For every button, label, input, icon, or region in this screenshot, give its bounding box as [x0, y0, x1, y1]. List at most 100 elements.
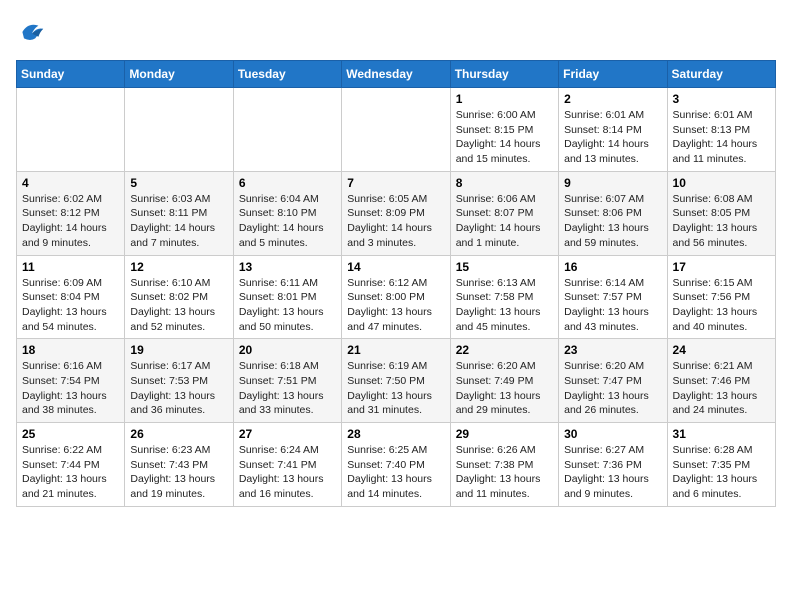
calendar-cell [233, 88, 341, 172]
day-info: Sunrise: 6:20 AM Sunset: 7:49 PM Dayligh… [456, 359, 553, 418]
calendar-cell [125, 88, 233, 172]
day-number: 28 [347, 427, 444, 441]
calendar-cell: 10 Sunrise: 6:08 AM Sunset: 8:05 PM Dayli… [667, 171, 775, 255]
day-number: 25 [22, 427, 119, 441]
calendar-cell [17, 88, 125, 172]
calendar-cell: 30 Sunrise: 6:27 AM Sunset: 7:36 PM Dayli… [559, 423, 667, 507]
day-info: Sunrise: 6:02 AM Sunset: 8:12 PM Dayligh… [22, 192, 119, 251]
calendar-cell: 16 Sunrise: 6:14 AM Sunset: 7:57 PM Dayli… [559, 255, 667, 339]
day-info: Sunrise: 6:23 AM Sunset: 7:43 PM Dayligh… [130, 443, 227, 502]
day-number: 1 [456, 92, 553, 106]
day-number: 24 [673, 343, 770, 357]
day-info: Sunrise: 6:19 AM Sunset: 7:50 PM Dayligh… [347, 359, 444, 418]
day-info: Sunrise: 6:00 AM Sunset: 8:15 PM Dayligh… [456, 108, 553, 167]
day-info: Sunrise: 6:03 AM Sunset: 8:11 PM Dayligh… [130, 192, 227, 251]
day-number: 27 [239, 427, 336, 441]
calendar-cell: 5 Sunrise: 6:03 AM Sunset: 8:11 PM Daylig… [125, 171, 233, 255]
day-info: Sunrise: 6:01 AM Sunset: 8:14 PM Dayligh… [564, 108, 661, 167]
page-header [16, 16, 776, 48]
day-info: Sunrise: 6:01 AM Sunset: 8:13 PM Dayligh… [673, 108, 770, 167]
day-header-friday: Friday [559, 61, 667, 88]
logo [16, 16, 52, 48]
day-number: 20 [239, 343, 336, 357]
calendar-cell: 6 Sunrise: 6:04 AM Sunset: 8:10 PM Daylig… [233, 171, 341, 255]
calendar-cell: 14 Sunrise: 6:12 AM Sunset: 8:00 PM Dayli… [342, 255, 450, 339]
day-number: 3 [673, 92, 770, 106]
day-info: Sunrise: 6:27 AM Sunset: 7:36 PM Dayligh… [564, 443, 661, 502]
calendar-cell: 23Sunrise: 6:20 AM Sunset: 7:47 PM Dayli… [559, 339, 667, 423]
day-info: Sunrise: 6:21 AM Sunset: 7:46 PM Dayligh… [673, 359, 770, 418]
day-number: 14 [347, 260, 444, 274]
day-number: 26 [130, 427, 227, 441]
calendar-week-5: 25 Sunrise: 6:22 AM Sunset: 7:44 PM Dayli… [17, 423, 776, 507]
day-number: 30 [564, 427, 661, 441]
calendar-cell: 13 Sunrise: 6:11 AM Sunset: 8:01 PM Dayli… [233, 255, 341, 339]
day-number: 5 [130, 176, 227, 190]
day-number: 29 [456, 427, 553, 441]
day-number: 21 [347, 343, 444, 357]
day-info: Sunrise: 6:18 AM Sunset: 7:51 PM Dayligh… [239, 359, 336, 418]
day-header-thursday: Thursday [450, 61, 558, 88]
calendar-cell: 8 Sunrise: 6:06 AM Sunset: 8:07 PM Daylig… [450, 171, 558, 255]
day-number: 23 [564, 343, 661, 357]
calendar-cell: 18 Sunrise: 6:16 AM Sunset: 7:54 PM Dayli… [17, 339, 125, 423]
calendar-cell: 9Sunrise: 6:07 AM Sunset: 8:06 PM Daylig… [559, 171, 667, 255]
day-info: Sunrise: 6:10 AM Sunset: 8:02 PM Dayligh… [130, 276, 227, 335]
day-number: 15 [456, 260, 553, 274]
calendar-week-3: 11 Sunrise: 6:09 AM Sunset: 8:04 PM Dayli… [17, 255, 776, 339]
day-number: 18 [22, 343, 119, 357]
day-info: Sunrise: 6:08 AM Sunset: 8:05 PM Dayligh… [673, 192, 770, 251]
day-number: 8 [456, 176, 553, 190]
day-number: 16 [564, 260, 661, 274]
calendar-cell: 29 Sunrise: 6:26 AM Sunset: 7:38 PM Dayli… [450, 423, 558, 507]
day-header-saturday: Saturday [667, 61, 775, 88]
day-info: Sunrise: 6:15 AM Sunset: 7:56 PM Dayligh… [673, 276, 770, 335]
day-info: Sunrise: 6:04 AM Sunset: 8:10 PM Dayligh… [239, 192, 336, 251]
day-info: Sunrise: 6:12 AM Sunset: 8:00 PM Dayligh… [347, 276, 444, 335]
day-header-sunday: Sunday [17, 61, 125, 88]
calendar-table: SundayMondayTuesdayWednesdayThursdayFrid… [16, 60, 776, 507]
day-number: 22 [456, 343, 553, 357]
calendar-cell: 24 Sunrise: 6:21 AM Sunset: 7:46 PM Dayli… [667, 339, 775, 423]
day-info: Sunrise: 6:22 AM Sunset: 7:44 PM Dayligh… [22, 443, 119, 502]
calendar-cell: 3 Sunrise: 6:01 AM Sunset: 8:13 PM Daylig… [667, 88, 775, 172]
day-number: 17 [673, 260, 770, 274]
day-number: 4 [22, 176, 119, 190]
day-number: 7 [347, 176, 444, 190]
day-number: 13 [239, 260, 336, 274]
day-info: Sunrise: 6:17 AM Sunset: 7:53 PM Dayligh… [130, 359, 227, 418]
day-number: 6 [239, 176, 336, 190]
calendar-cell: 12 Sunrise: 6:10 AM Sunset: 8:02 PM Dayli… [125, 255, 233, 339]
day-info: Sunrise: 6:06 AM Sunset: 8:07 PM Dayligh… [456, 192, 553, 251]
day-info: Sunrise: 6:26 AM Sunset: 7:38 PM Dayligh… [456, 443, 553, 502]
calendar-cell: 17 Sunrise: 6:15 AM Sunset: 7:56 PM Dayli… [667, 255, 775, 339]
calendar-cell: 26 Sunrise: 6:23 AM Sunset: 7:43 PM Dayli… [125, 423, 233, 507]
day-info: Sunrise: 6:16 AM Sunset: 7:54 PM Dayligh… [22, 359, 119, 418]
calendar-cell: 2 Sunrise: 6:01 AM Sunset: 8:14 PM Daylig… [559, 88, 667, 172]
calendar-cell: 22 Sunrise: 6:20 AM Sunset: 7:49 PM Dayli… [450, 339, 558, 423]
day-info: Sunrise: 6:11 AM Sunset: 8:01 PM Dayligh… [239, 276, 336, 335]
calendar-cell: 21 Sunrise: 6:19 AM Sunset: 7:50 PM Dayli… [342, 339, 450, 423]
calendar-cell: 7 Sunrise: 6:05 AM Sunset: 8:09 PM Daylig… [342, 171, 450, 255]
calendar-cell: 31Sunrise: 6:28 AM Sunset: 7:35 PM Dayli… [667, 423, 775, 507]
day-info: Sunrise: 6:13 AM Sunset: 7:58 PM Dayligh… [456, 276, 553, 335]
day-number: 2 [564, 92, 661, 106]
calendar-cell: 4 Sunrise: 6:02 AM Sunset: 8:12 PM Daylig… [17, 171, 125, 255]
calendar-cell: 19Sunrise: 6:17 AM Sunset: 7:53 PM Dayli… [125, 339, 233, 423]
calendar-week-4: 18 Sunrise: 6:16 AM Sunset: 7:54 PM Dayli… [17, 339, 776, 423]
day-number: 31 [673, 427, 770, 441]
day-info: Sunrise: 6:05 AM Sunset: 8:09 PM Dayligh… [347, 192, 444, 251]
day-info: Sunrise: 6:25 AM Sunset: 7:40 PM Dayligh… [347, 443, 444, 502]
day-number: 10 [673, 176, 770, 190]
logo-icon [16, 16, 48, 48]
calendar-cell: 27Sunrise: 6:24 AM Sunset: 7:41 PM Dayli… [233, 423, 341, 507]
day-number: 11 [22, 260, 119, 274]
day-info: Sunrise: 6:14 AM Sunset: 7:57 PM Dayligh… [564, 276, 661, 335]
calendar-cell: 1 Sunrise: 6:00 AM Sunset: 8:15 PM Daylig… [450, 88, 558, 172]
day-info: Sunrise: 6:09 AM Sunset: 8:04 PM Dayligh… [22, 276, 119, 335]
calendar-cell: 20 Sunrise: 6:18 AM Sunset: 7:51 PM Dayli… [233, 339, 341, 423]
day-number: 12 [130, 260, 227, 274]
calendar-cell: 28 Sunrise: 6:25 AM Sunset: 7:40 PM Dayli… [342, 423, 450, 507]
calendar-cell [342, 88, 450, 172]
day-header-monday: Monday [125, 61, 233, 88]
